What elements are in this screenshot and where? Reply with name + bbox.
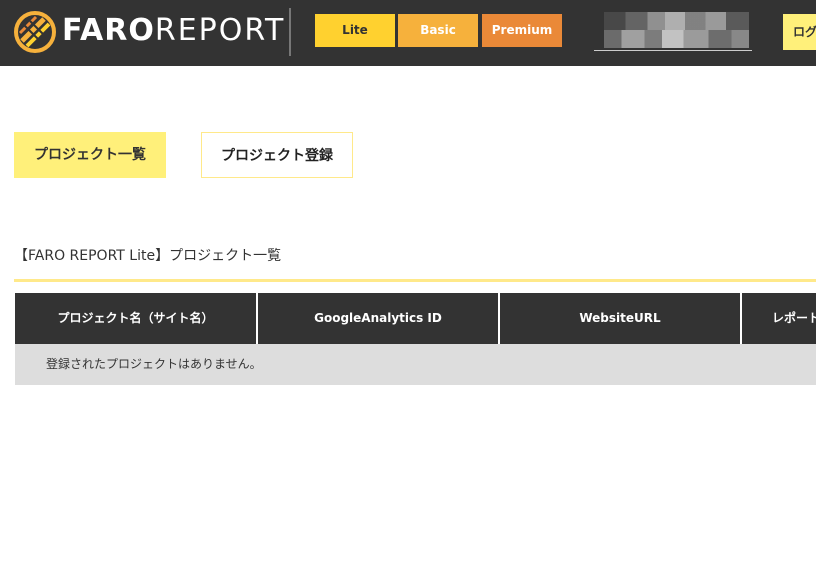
plan-premium-button[interactable]: Premium xyxy=(482,14,562,47)
user-account-area[interactable] xyxy=(594,10,752,51)
redacted-user-name-lower xyxy=(604,30,749,48)
table-header: プロジェクト名（サイト名） GoogleAnalytics ID Website… xyxy=(15,293,816,344)
plan-lite-button[interactable]: Lite xyxy=(315,14,395,47)
column-header-website-url: WebsiteURL xyxy=(579,311,661,325)
column-header-project-name: プロジェクト名（サイト名） xyxy=(57,311,214,325)
section-title: 【FARO REPORT Lite】プロジェクト一覧 xyxy=(14,248,282,264)
logo-text-bold: FARO xyxy=(62,13,155,48)
logo-text-light: REPORT xyxy=(154,13,286,48)
logo-wordmark[interactable]: FAROREPORT xyxy=(62,14,285,48)
column-header-report: レポート作 xyxy=(771,311,816,325)
tab-project-register[interactable]: プロジェクト登録 xyxy=(201,132,353,178)
table-empty-message: 登録されたプロジェクトはありません。 xyxy=(15,344,816,385)
header-divider xyxy=(289,8,291,56)
top-header: FAROREPORT Lite Basic Premium ログ xyxy=(0,0,816,66)
logout-button[interactable]: ログ xyxy=(783,14,816,50)
section-divider xyxy=(14,279,816,282)
tab-project-list[interactable]: プロジェクト一覧 xyxy=(14,132,166,178)
plan-basic-button[interactable]: Basic xyxy=(398,14,478,47)
faro-logo-icon xyxy=(14,11,56,53)
project-table: プロジェクト名（サイト名） GoogleAnalytics ID Website… xyxy=(15,293,816,385)
column-header-ga-id: GoogleAnalytics ID xyxy=(314,311,442,325)
